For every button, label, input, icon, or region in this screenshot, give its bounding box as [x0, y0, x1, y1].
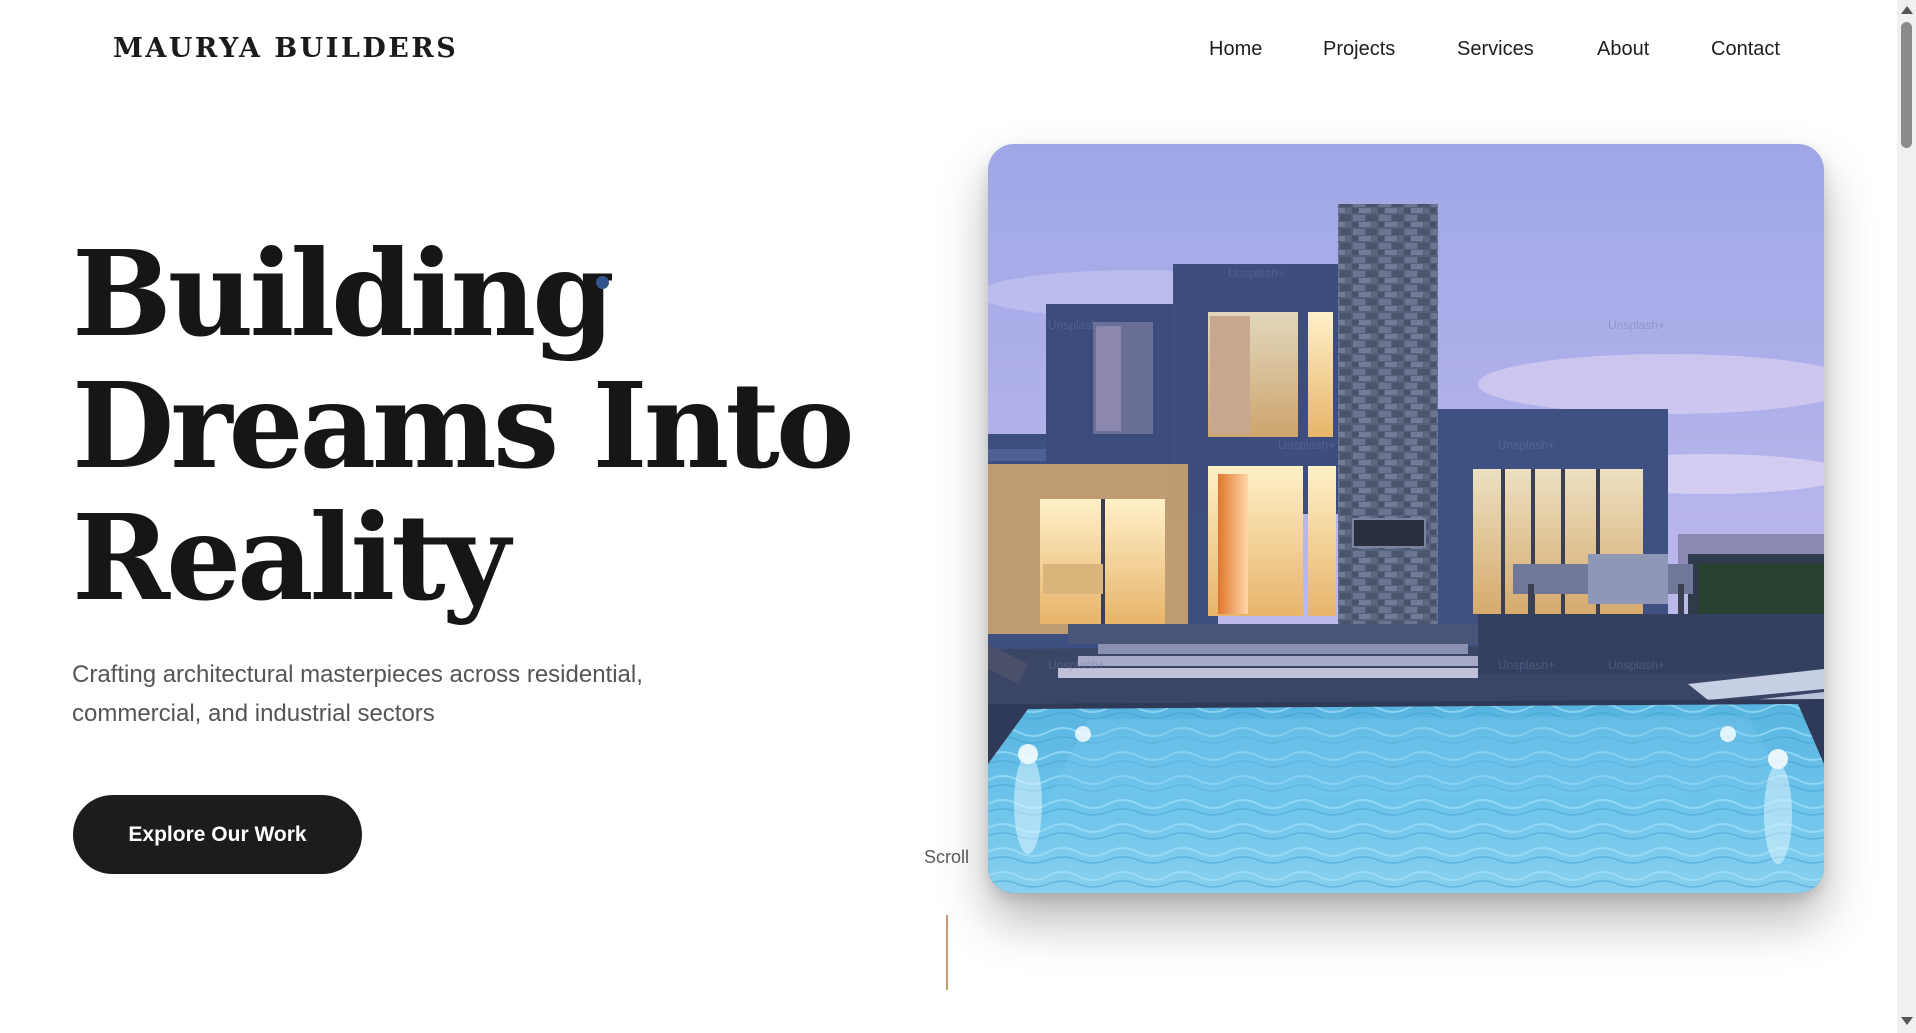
watermark-1: Unsplash+ [1228, 266, 1285, 280]
explore-work-button[interactable]: Explore Our Work [73, 795, 362, 874]
nav-home[interactable]: Home [1209, 38, 1262, 61]
scroll-up-arrow-icon[interactable] [1901, 6, 1913, 14]
hero-house-image: Unsplash+ Unsplash+ Unsplash+ Unsplash+ … [988, 144, 1824, 893]
watermark-7: Unsplash+ [1608, 658, 1665, 672]
hero-subtitle-line-2: commercial, and industrial sectors [72, 700, 435, 727]
watermark-4: Unsplash+ [1498, 438, 1555, 452]
nav-services[interactable]: Services [1457, 38, 1534, 61]
vertical-scrollbar[interactable] [1897, 0, 1916, 1033]
hero-image-card: Unsplash+ Unsplash+ Unsplash+ Unsplash+ … [988, 144, 1824, 893]
hero-subtitle: Crafting architectural masterpieces acro… [72, 655, 732, 733]
watermark-8: Unsplash+ [1048, 658, 1105, 672]
nav-projects[interactable]: Projects [1323, 38, 1395, 61]
nav-contact[interactable]: Contact [1711, 38, 1780, 61]
page: MAURYA BUILDERS Home Projects Services A… [0, 0, 1897, 1027]
accent-dot [596, 276, 609, 289]
hero-title: Building Dreams Into Reality [72, 224, 855, 627]
hero-title-line-3: Reality [72, 488, 510, 627]
watermark-3: Unsplash+ [1278, 438, 1335, 452]
hero-title-line-2: Dreams Into [72, 356, 855, 495]
watermark-5: Unsplash+ [1608, 318, 1665, 332]
hero-title-line-1: Building [72, 224, 615, 363]
scrollbar-thumb[interactable] [1901, 22, 1912, 148]
watermark-6: Unsplash+ [1498, 658, 1555, 672]
scroll-down-arrow-icon[interactable] [1901, 1017, 1913, 1025]
hero-subtitle-line-1: Crafting architectural masterpieces acro… [72, 661, 643, 688]
main-nav: Home Projects Services About Contact [0, 38, 1897, 68]
watermark-2: Unsplash+ [1048, 318, 1105, 332]
scroll-indicator-line [946, 915, 948, 990]
scroll-label: Scroll [924, 847, 970, 867]
nav-about[interactable]: About [1597, 38, 1649, 61]
